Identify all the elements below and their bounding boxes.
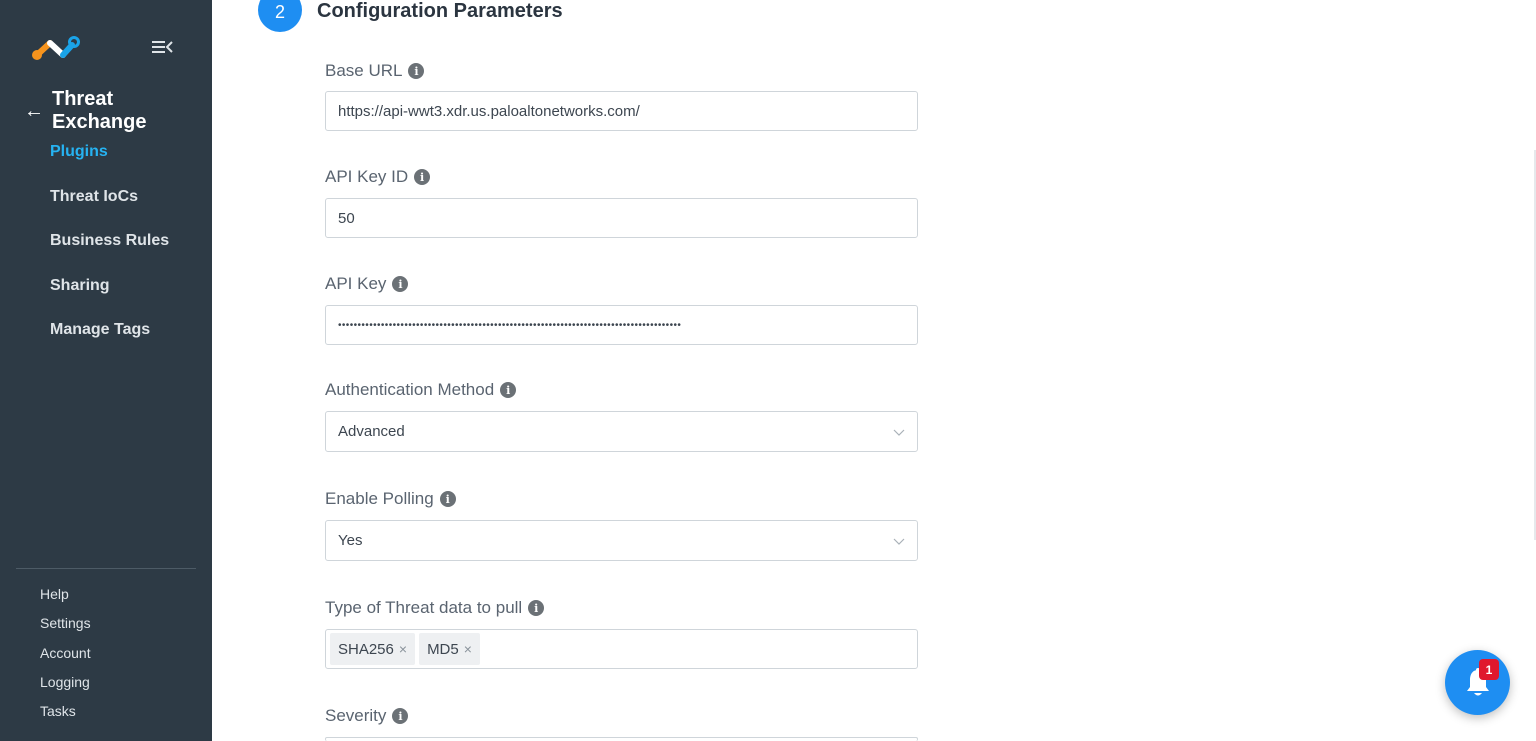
api-key-masked-value: ••••••••••••••••••••••••••••••••••••••••… [338,319,682,331]
back-to-threat-exchange[interactable]: ← Threat Exchange [24,88,212,134]
tag-label: MD5 [427,640,459,658]
info-icon[interactable]: i [392,276,409,292]
info-icon[interactable]: i [528,600,545,616]
enable-polling-value: Yes [338,532,363,549]
threat-type-label-text: Type of Threat data to pull [325,598,523,617]
sidebar-section-title: Threat Exchange [52,88,147,133]
back-arrow-icon: ← [24,100,44,122]
auth-method-select[interactable]: Advanced [325,411,918,452]
sidebar-item-threat-iocs[interactable]: Threat IoCs [50,185,169,230]
sidebar: ← Threat Exchange Plugins Threat IoCs Bu… [0,0,212,741]
footer-item-account[interactable]: Account [40,645,91,674]
sidebar-item-plugins[interactable]: Plugins [50,140,169,185]
info-icon[interactable]: i [392,708,409,724]
threat-type-label: Type of Threat data to pull i [325,598,545,618]
api-key-label-text: API Key [325,274,387,293]
app-logo[interactable] [30,34,82,62]
severity-input[interactable] [325,737,918,741]
enable-polling-select[interactable]: Yes [325,520,918,561]
sidebar-item-business-rules[interactable]: Business Rules [50,229,169,274]
api-key-id-value: 50 [338,209,355,227]
api-key-id-input[interactable]: 50 [325,198,918,238]
step-indicator: 2 [258,0,302,32]
notifications-button[interactable] [1445,650,1510,715]
info-icon[interactable]: i [500,382,517,398]
threat-type-multiselect[interactable]: SHA256 × MD5 × [325,629,918,669]
auth-method-value: Advanced [338,423,405,440]
info-icon[interactable]: i [414,169,431,185]
enable-polling-label: Enable Polling i [325,489,456,509]
api-key-password-input[interactable]: ••••••••••••••••••••••••••••••••••••••••… [325,305,918,345]
tag-md5: MD5 × [419,633,480,665]
remove-tag-icon[interactable]: × [464,641,472,657]
sidebar-nav: Plugins Threat IoCs Business Rules Shari… [50,140,169,363]
api-key-label: API Key i [325,274,409,294]
severity-label-text: Severity [325,706,387,725]
tag-sha256: SHA256 × [330,633,416,665]
collapse-menu-icon[interactable] [150,38,174,56]
info-icon[interactable]: i [439,491,456,507]
api-key-id-label-text: API Key ID [325,167,409,186]
base-url-input[interactable]: https://api-wwt3.xdr.us.paloaltonetworks… [325,91,918,131]
base-url-label-text: Base URL [325,61,403,80]
info-icon[interactable]: i [408,63,425,79]
auth-method-label-text: Authentication Method [325,380,495,399]
enable-polling-label-text: Enable Polling [325,489,434,508]
footer-item-help[interactable]: Help [40,586,91,615]
base-url-label: Base URL i [325,61,425,81]
footer-item-logging[interactable]: Logging [40,674,91,703]
remove-tag-icon[interactable]: × [399,641,407,657]
auth-method-label: Authentication Method i [325,380,517,400]
severity-label: Severity i [325,706,409,726]
api-key-id-label: API Key ID i [325,167,431,187]
main-content: 2 Configuration Parameters Base URL i ht… [212,0,1536,741]
chevron-down-icon [893,538,905,545]
chevron-down-icon [893,429,905,436]
sidebar-item-sharing[interactable]: Sharing [50,274,169,319]
footer-item-settings[interactable]: Settings [40,615,91,644]
base-url-value: https://api-wwt3.xdr.us.paloaltonetworks… [338,102,640,120]
tag-label: SHA256 [338,640,394,658]
sidebar-divider [16,568,196,569]
footer-item-tasks[interactable]: Tasks [40,703,91,732]
sidebar-item-manage-tags[interactable]: Manage Tags [50,318,169,363]
notification-count-badge: 1 [1479,659,1499,680]
sidebar-footer-nav: Help Settings Account Logging Tasks [40,586,91,732]
section-title: Configuration Parameters [317,0,563,22]
